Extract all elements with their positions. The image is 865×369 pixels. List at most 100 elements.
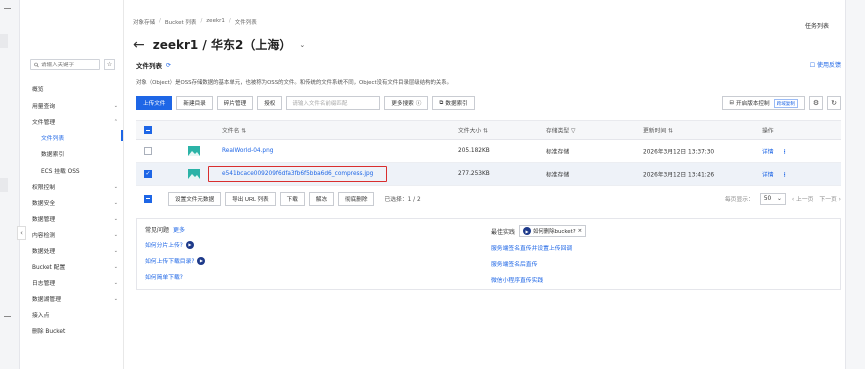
sidebar-item-label: 概览 [32,87,44,93]
sort-icon: ⇅ [241,128,247,135]
export-url-button[interactable]: 导出 URL 列表 [225,191,276,206]
header-updated[interactable]: 更新时间 ⇅ [643,126,673,135]
best-practice-link[interactable]: 微信小程序直传实践 [491,275,586,284]
faq-link[interactable]: 如何简单下载? [145,272,205,281]
breadcrumb-item[interactable]: zeekr1 [206,18,225,26]
breadcrumb-separator: / [228,18,231,24]
more-vertical-icon[interactable]: ⋮ [782,150,788,156]
faq-link[interactable]: 如何上传下载目录? ▶ [145,256,206,265]
sidebar-item-data-security[interactable]: 数据安全 ⌄ [32,198,118,208]
breadcrumb-current: 文件列表 [234,20,257,26]
download-button[interactable]: 下载 [279,191,305,206]
breadcrumb: 对象存储 / Bucket 列表 / zeekr1/ 文件列表 [133,18,257,26]
set-metadata-button[interactable]: 设置文件元数据 [168,191,222,206]
sidebar-item-data-processing[interactable]: 数据处理 ⌄ [32,246,118,256]
chevron-down-icon: ⌄ [113,295,118,302]
prev-page-button[interactable]: ‹ 上一页 [792,194,814,203]
chevron-down-icon: ⌄ [113,231,118,238]
sidebar-item-data-management[interactable]: 数据管理 ⌄ [32,214,118,224]
authorize-button[interactable]: 授权 [257,96,283,110]
chevron-down-icon: ⌄ [776,195,782,202]
sidebar-item-delete-bucket[interactable]: 删除 Bucket [32,326,118,335]
sort-icon: ⇅ [483,128,488,135]
sidebar-subitem-ecs-mount[interactable]: ECS 挂载 OSS [41,166,80,175]
sidebar-item-label: 文件管理 [32,120,56,126]
refresh-icon[interactable]: ↻ [827,96,841,110]
row-checkbox[interactable] [144,147,152,155]
close-icon[interactable]: × [578,228,583,234]
file-search-input[interactable]: 请输入文件名前缀匹配 [286,96,381,110]
favorite-star-icon[interactable]: ☆ [104,59,115,70]
sidebar-search-input[interactable] [41,61,99,68]
back-arrow-icon[interactable]: ← [133,37,145,53]
data-index-button[interactable]: ⧉ 数据索引 [432,96,475,110]
upload-button[interactable]: 上传文件 [136,96,173,110]
next-page-button[interactable]: 下一页 › [819,194,841,203]
page-size-select[interactable]: 50 ⌄ [759,192,786,205]
sidebar-item-usage[interactable]: 用量查询 ⌄ [32,101,118,111]
refresh-icon[interactable]: ⟳ [166,62,171,69]
more-vertical-icon[interactable]: ⋮ [782,173,788,179]
header-filename-label: 文件名 [222,128,240,135]
row-checkbox[interactable]: ✓ [144,170,152,178]
table-row[interactable]: RealWorld-04.png 205.182KB 标准存储 2026年3月1… [136,140,841,163]
sidebar-item-label: 接入点 [32,313,50,319]
table-header: 文件名 ⇅ 文件大小 ⇅ 存储类型 ▽ 更新时间 ⇅ 操作 [136,120,841,140]
sidebar-subitem-data-index[interactable]: 数据索引 [41,149,64,158]
sidebar-collapse-button[interactable]: ‹ [17,226,26,240]
fragment-management-button[interactable]: 碎片管理 [216,96,254,110]
unfreeze-button[interactable]: 解冻 [308,191,335,206]
sidebar-search[interactable] [30,59,100,70]
more-search-label: 更多搜索 [391,101,414,107]
detail-label: 详情 [762,172,774,179]
delete-button[interactable]: 彻底删除 [338,191,375,206]
sidebar-item-data-lake[interactable]: 数据湖管理 ⌄ [32,294,118,304]
task-list-link[interactable]: 任务列表 [805,21,829,30]
sidebar-item-access-point[interactable]: 接入点 [32,310,118,319]
best-practice-link[interactable]: 服务端签名后直传 [491,259,586,268]
feedback-link[interactable]: ☐ 使用反馈 [810,60,841,69]
best-practice-tag[interactable]: ▶ 如何删除bucket? × [519,225,587,237]
best-practice-column: 最佳实践 ▶ 如何删除bucket? × 服务端签名直传并设置上传回调 服务端签名后… [491,225,587,291]
header-size[interactable]: 文件大小 ⇅ [458,126,488,135]
sidebar-item-overview[interactable]: 概览 [32,84,118,93]
more-search-button[interactable]: 更多搜索 ⓘ [384,96,429,110]
sidebar-item-content-check[interactable]: 内容检测 ⌄ [32,230,118,240]
version-control-label: 开启版本控制 [736,101,770,107]
chevron-down-icon[interactable]: ⌄ [299,41,305,49]
sidebar-item-permissions[interactable]: 权限控制 ⌄ [32,182,118,192]
header-size-label: 文件大小 [458,128,482,135]
detail-label: 详情 [762,149,774,156]
chevron-down-icon: ⌄ [113,279,118,286]
file-name-link[interactable]: RealWorld-04.png [222,148,273,154]
sidebar-item-logs[interactable]: 日志管理 ⌄ [32,278,118,288]
version-control-button[interactable]: ⊟ 开启版本控制 跨域复制 [722,96,805,110]
gutter-notch [0,178,8,192]
best-practice-link[interactable]: 服务端签名直传并设置上传回调 [491,243,586,252]
sidebar-item-bucket-config[interactable]: Bucket 配置 ⌄ [32,262,118,272]
gutter-line [4,8,11,9]
detail-link[interactable]: 详情 ⋮ [762,170,787,179]
video-play-icon: ▶ [523,227,532,235]
highlight-annotation-box [208,166,387,182]
breadcrumb-item[interactable]: 对象存储 [133,18,155,26]
section-description: 对象（Object）是OSS存储数据的基本单元，也被称为OSS的文件。和传统的文… [136,80,453,86]
settings-gear-icon[interactable]: ⚙ [809,96,823,110]
breadcrumb-item[interactable]: Bucket 列表 [165,18,197,26]
faq-column: 常见问题 更多 如何分片上传? ▶ 如何上传下载目录? ▶ 如何简单下载? [145,225,206,288]
select-all-checkbox[interactable] [144,126,152,134]
chevron-down-icon: ⌄ [113,215,118,222]
batch-select-checkbox[interactable] [144,194,152,203]
new-directory-button[interactable]: 新建目录 [176,96,213,110]
sidebar-item-label: 删除 Bucket [32,329,66,335]
chevron-down-icon: ⌄ [113,199,118,206]
faq-more-link[interactable]: 更多 [173,225,185,234]
header-filename[interactable]: 文件名 ⇅ [222,126,246,135]
sidebar-item-file-management[interactable]: 文件管理 ⌃ [32,117,118,127]
feedback-label: 使用反馈 [816,62,841,69]
version-badge: 跨域复制 [773,98,798,108]
detail-link[interactable]: 详情 ⋮ [762,147,787,156]
sidebar-subitem-file-list[interactable]: 文件列表 [41,133,64,142]
header-storage[interactable]: 存储类型 ▽ [546,126,576,135]
faq-link[interactable]: 如何分片上传? ▶ [145,240,205,249]
